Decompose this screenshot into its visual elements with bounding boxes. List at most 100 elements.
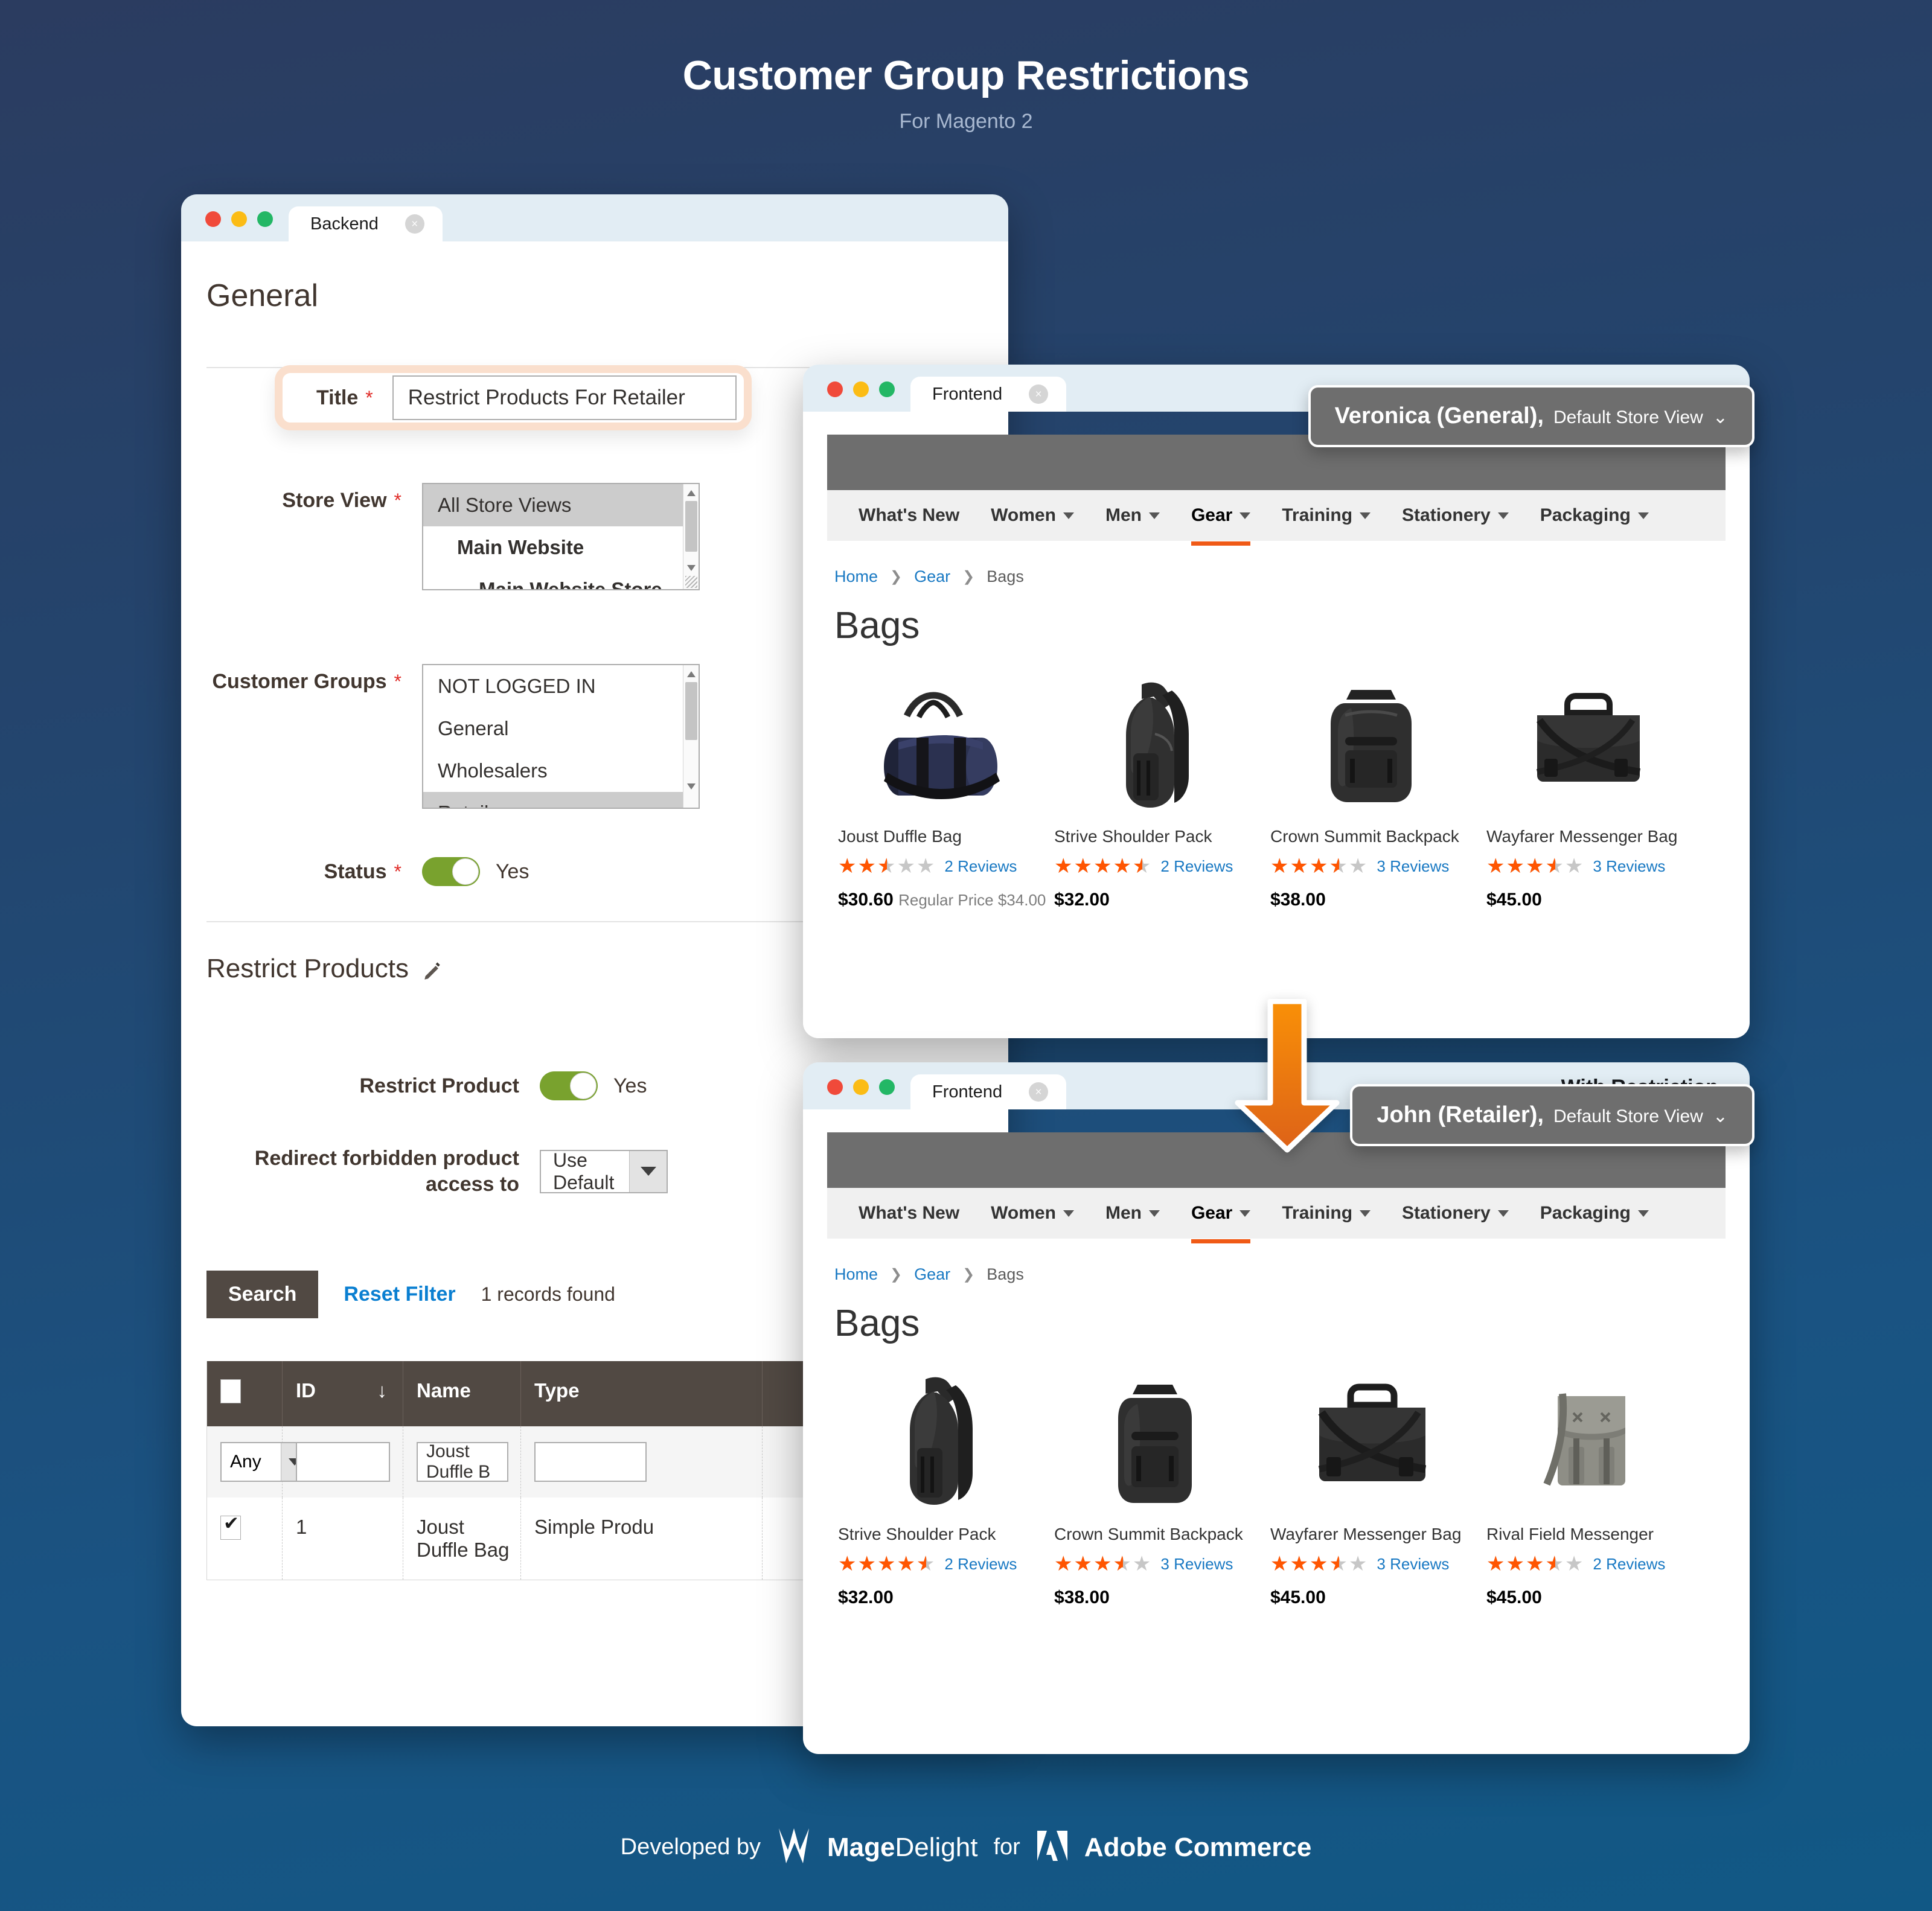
tab-backend[interactable]: Backend × (289, 206, 443, 241)
select-all-checkbox[interactable] (220, 1379, 241, 1403)
product-card[interactable]: Crown Summit Backpack ★★★★★★★★★★ 3 Revie… (1047, 1362, 1263, 1608)
name-filter-input[interactable]: Joust Duffle B (417, 1441, 508, 1482)
product-reviews-link[interactable]: 3 Reviews (1593, 857, 1665, 876)
breadcrumb-gear[interactable]: Gear (914, 1265, 950, 1284)
grid-header-name[interactable]: Name (403, 1361, 521, 1426)
product-name[interactable]: Crown Summit Backpack (1263, 827, 1479, 846)
grid-header-select-all[interactable] (207, 1361, 283, 1426)
product-card[interactable]: Strive Shoulder Pack ★★★★★★★★★★ 2 Review… (1047, 664, 1263, 910)
product-reviews-link[interactable]: 2 Reviews (1593, 1555, 1665, 1574)
chevron-down-icon[interactable]: ⌄ (1713, 407, 1728, 428)
breadcrumb-home[interactable]: Home (834, 1265, 878, 1284)
chevron-down-icon[interactable] (629, 1150, 667, 1192)
product-name[interactable]: Crown Summit Backpack (1047, 1525, 1263, 1544)
row-checkbox-cell[interactable] (207, 1498, 283, 1580)
scroll-up-icon[interactable] (687, 671, 696, 677)
store-view-select[interactable]: All Store Views Main Website Main Websit… (422, 483, 700, 590)
breadcrumb-home[interactable]: Home (834, 567, 878, 586)
product-reviews-link[interactable]: 3 Reviews (1377, 1555, 1449, 1574)
close-dot-icon[interactable] (827, 381, 843, 397)
status-toggle[interactable] (422, 857, 480, 886)
store-view-option[interactable]: All Store Views (423, 484, 699, 526)
maximize-dot-icon[interactable] (257, 211, 273, 227)
minimize-dot-icon[interactable] (853, 1079, 869, 1095)
redirect-select[interactable]: Use Default (540, 1149, 668, 1193)
product-card[interactable]: Crown Summit Backpack ★★★★★★★★★★ 3 Revie… (1263, 664, 1479, 910)
nav-item-stationery[interactable]: Stationery (1386, 490, 1524, 541)
close-dot-icon[interactable] (205, 211, 221, 227)
product-name[interactable]: Wayfarer Messenger Bag (1479, 827, 1695, 846)
nav-item-packaging[interactable]: Packaging (1524, 1188, 1665, 1239)
product-name[interactable]: Joust Duffle Bag (831, 827, 1047, 846)
reset-filter-link[interactable]: Reset Filter (344, 1283, 455, 1306)
row-checkbox[interactable] (220, 1513, 241, 1540)
product-reviews-link[interactable]: 2 Reviews (1160, 857, 1233, 876)
product-image-wayfarer-messenger-bag[interactable] (1263, 1362, 1479, 1525)
product-name[interactable]: Rival Field Messenger (1479, 1525, 1695, 1544)
product-reviews-link[interactable]: 3 Reviews (1377, 857, 1449, 876)
store-view-option[interactable]: Main Website Store (423, 569, 699, 589)
type-filter-input[interactable] (534, 1442, 647, 1482)
product-reviews-link[interactable]: 2 Reviews (944, 1555, 1017, 1574)
product-image-wayfarer-messenger-bag[interactable] (1479, 664, 1695, 827)
customer-groups-select[interactable]: NOT LOGGED IN General Wholesalers Retail… (422, 664, 700, 809)
grid-header-type[interactable]: Type (521, 1361, 763, 1426)
breadcrumb-gear[interactable]: Gear (914, 567, 950, 586)
minimize-dot-icon[interactable] (853, 381, 869, 397)
customer-group-option[interactable]: NOT LOGGED IN (423, 665, 699, 707)
grid-header-id[interactable]: ID ↓ (283, 1361, 403, 1426)
product-image-strive-shoulder-pack[interactable] (831, 1362, 1047, 1525)
search-button[interactable]: Search (206, 1271, 319, 1318)
nav-item-training[interactable]: Training (1266, 490, 1386, 541)
title-input[interactable]: Restrict Products For Retailer (392, 375, 737, 420)
select-scrollbar[interactable] (683, 484, 699, 589)
table-row[interactable]: 1 Joust Duffle Bag Simple Produ (207, 1498, 906, 1580)
scrollbar-thumb[interactable] (685, 501, 697, 552)
nav-item-whats-new[interactable]: What's New (843, 1188, 975, 1239)
product-image-rival-field-messenger[interactable] (1479, 1362, 1695, 1525)
nav-item-men[interactable]: Men (1090, 490, 1176, 541)
customer-group-option[interactable]: Retailer (423, 792, 699, 808)
select-scrollbar[interactable] (683, 665, 699, 808)
product-name[interactable]: Strive Shoulder Pack (831, 1525, 1047, 1544)
minimize-dot-icon[interactable] (231, 211, 247, 227)
nav-item-women[interactable]: Women (975, 1188, 1090, 1239)
customer-group-option[interactable]: General (423, 707, 699, 750)
scroll-down-icon[interactable] (687, 565, 696, 571)
customer-group-option[interactable]: Wholesalers (423, 750, 699, 792)
maximize-dot-icon[interactable] (879, 381, 895, 397)
tab-frontend[interactable]: Frontend × (910, 1074, 1067, 1109)
product-card[interactable]: Wayfarer Messenger Bag ★★★★★★★★★★ 3 Revi… (1263, 1362, 1479, 1608)
maximize-dot-icon[interactable] (879, 1079, 895, 1095)
product-name[interactable]: Wayfarer Messenger Bag (1263, 1525, 1479, 1544)
nav-item-men[interactable]: Men (1090, 1188, 1176, 1239)
product-card[interactable]: Joust Duffle Bag ★★★★★★★★★★ 2 Reviews $3… (831, 664, 1047, 910)
close-dot-icon[interactable] (827, 1079, 843, 1095)
scroll-up-icon[interactable] (687, 490, 696, 496)
tab-frontend[interactable]: Frontend × (910, 377, 1067, 412)
scrollbar-thumb[interactable] (685, 682, 697, 740)
store-view-option[interactable]: Main Website (423, 526, 699, 569)
product-image-strive-shoulder-pack[interactable] (1047, 664, 1263, 827)
scroll-down-icon[interactable] (687, 783, 696, 790)
nav-item-women[interactable]: Women (975, 490, 1090, 541)
nav-item-training[interactable]: Training (1266, 1188, 1386, 1239)
nav-item-packaging[interactable]: Packaging (1524, 490, 1665, 541)
product-image-crown-summit-backpack[interactable] (1263, 664, 1479, 827)
nav-item-gear[interactable]: Gear (1176, 1188, 1266, 1243)
product-card[interactable]: Rival Field Messenger ★★★★★★★★★★ 2 Revie… (1479, 1362, 1695, 1608)
product-image-joust-duffle-bag[interactable] (831, 664, 1047, 827)
product-reviews-link[interactable]: 2 Reviews (944, 857, 1017, 876)
product-card[interactable]: Wayfarer Messenger Bag ★★★★★★★★★★ 3 Revi… (1479, 664, 1695, 910)
product-name[interactable]: Strive Shoulder Pack (1047, 827, 1263, 846)
nav-item-gear[interactable]: Gear (1176, 490, 1266, 546)
product-reviews-link[interactable]: 3 Reviews (1160, 1555, 1233, 1574)
chevron-down-icon[interactable]: ⌄ (1713, 1106, 1728, 1127)
product-image-crown-summit-backpack[interactable] (1047, 1362, 1263, 1525)
nav-item-whats-new[interactable]: What's New (843, 490, 975, 541)
user-badge-after[interactable]: John (Retailer), Default Store View ⌄ (1350, 1084, 1754, 1146)
nav-item-stationery[interactable]: Stationery (1386, 1188, 1524, 1239)
close-icon[interactable]: × (1029, 1082, 1049, 1102)
pencil-icon[interactable] (422, 959, 443, 980)
id-filter-input[interactable] (296, 1442, 390, 1482)
